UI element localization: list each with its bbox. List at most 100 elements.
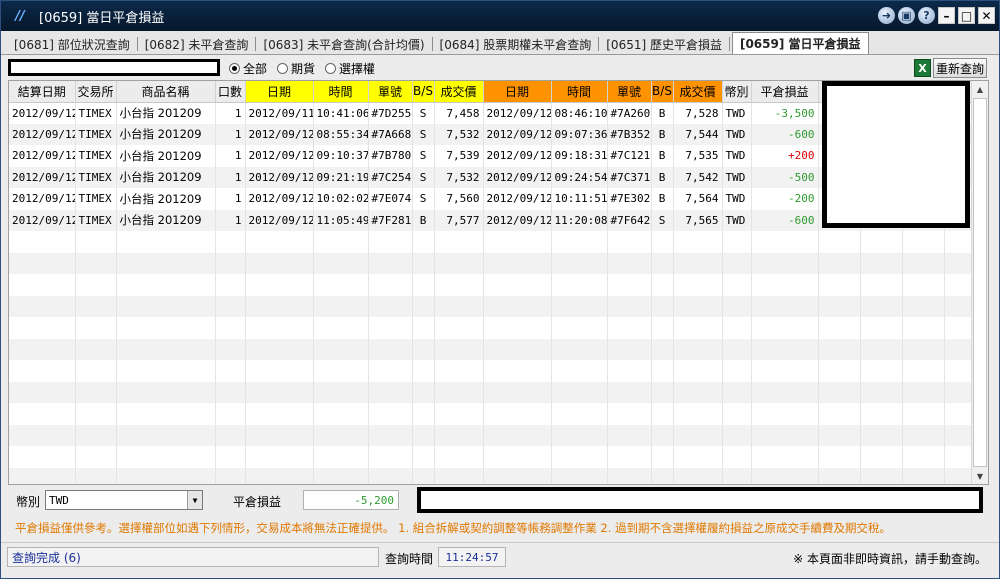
cell-open-bs: S	[412, 102, 435, 124]
cell-realized-pnl: -600	[751, 123, 819, 145]
detach-icon[interactable]: ➜	[878, 7, 895, 24]
cell-currency	[722, 231, 752, 253]
open-col-header[interactable]: 單號	[368, 81, 413, 103]
excel-export-icon[interactable]: X	[914, 59, 931, 77]
cell-close-time	[551, 295, 608, 317]
close-col-header[interactable]: B/S	[651, 81, 674, 103]
close-col-header[interactable]: 日期	[483, 81, 552, 103]
cell-realized-pnl: -500	[751, 166, 819, 188]
cell-close-time	[551, 467, 608, 484]
currency-select[interactable]: TWD ▼	[45, 490, 203, 510]
cell-open-date	[245, 360, 314, 382]
cell-realized-pnl	[751, 424, 819, 446]
cell-close-bs	[651, 467, 674, 484]
cell-currency	[722, 338, 752, 360]
tab-0651[interactable]: [0651] 歷史平倉損益	[599, 34, 729, 54]
cell-open-order-no	[368, 252, 413, 274]
close-col-header[interactable]: 時間	[551, 81, 608, 103]
cell-realized-pnl: -600	[751, 209, 819, 231]
tab-0684[interactable]: [0684] 股票期權未平倉查詢	[433, 34, 599, 54]
cell-realized-pnl: +200	[751, 145, 819, 167]
tab-0681[interactable]: [0681] 部位狀況查詢	[7, 34, 137, 54]
close-col-header[interactable]: 單號	[607, 81, 652, 103]
cell-close-price: 7,544	[673, 123, 723, 145]
cell-empty	[944, 467, 973, 484]
cell-open-bs	[412, 403, 435, 425]
cell-settle-date	[9, 360, 76, 382]
col-header[interactable]: 商品名稱	[116, 81, 216, 103]
cell-close-date: 2012/09/12	[483, 188, 552, 210]
cell-product-name	[116, 295, 216, 317]
close-col-header[interactable]: 成交價	[673, 81, 723, 103]
tab-bar: [0681] 部位狀況查詢 [0682] 未平倉查詢 [0683] 未平倉查詢(…	[1, 31, 999, 55]
cell-empty	[902, 252, 945, 274]
cell-close-bs	[651, 381, 674, 403]
help-icon[interactable]: ?	[918, 7, 935, 24]
close-button[interactable]: ✕	[978, 7, 995, 24]
cell-close-order-no: #7F642	[607, 209, 652, 231]
cell-empty	[818, 360, 861, 382]
filter-all-radio[interactable]: 全部	[229, 60, 267, 77]
cell-currency	[722, 446, 752, 468]
col-header[interactable]: 幣別	[722, 81, 752, 103]
open-col-header[interactable]: 時間	[313, 81, 369, 103]
cell-empty	[902, 381, 945, 403]
col-header[interactable]: 結算日期	[9, 81, 76, 103]
cell-settle-date	[9, 338, 76, 360]
chevron-down-icon[interactable]: ▼	[187, 491, 202, 509]
cell-empty	[860, 381, 903, 403]
open-col-header[interactable]: 日期	[245, 81, 314, 103]
filter-options-radio[interactable]: 選擇權	[325, 60, 375, 77]
cell-empty	[860, 338, 903, 360]
print-icon[interactable]: ▣	[898, 7, 915, 24]
cell-empty	[818, 381, 861, 403]
cell-empty	[944, 274, 973, 296]
cell-close-date	[483, 360, 552, 382]
col-header[interactable]: 交易所	[75, 81, 117, 103]
scroll-down-icon[interactable]: ▼	[972, 468, 988, 484]
cell-open-order-no	[368, 338, 413, 360]
scroll-thumb[interactable]	[973, 98, 987, 467]
cell-close-order-no	[607, 403, 652, 425]
cell-close-time: 10:11:51	[551, 188, 608, 210]
cell-open-order-no: #7E074	[368, 188, 413, 210]
title-bar: // [0659] 當日平倉損益 ➜ ▣ ? – □ ✕	[1, 1, 999, 31]
open-col-header[interactable]: 成交價	[434, 81, 484, 103]
cell-empty	[818, 446, 861, 468]
app-logo-icon: //	[15, 8, 25, 24]
cell-open-time	[313, 231, 369, 253]
col-header[interactable]: 口數	[215, 81, 246, 103]
cell-close-bs	[651, 446, 674, 468]
cell-close-date: 2012/09/12	[483, 102, 552, 124]
account-field-redacted[interactable]	[8, 59, 220, 76]
cell-realized-pnl	[751, 338, 819, 360]
window-controls: ➜ ▣ ? – □ ✕	[878, 7, 995, 24]
cell-close-time	[551, 317, 608, 339]
cell-close-date	[483, 317, 552, 339]
requery-button[interactable]: 重新查詢	[933, 58, 987, 78]
col-header[interactable]: 平倉損益	[751, 81, 819, 103]
cell-open-price: 7,458	[434, 102, 484, 124]
cell-open-order-no: #7D255	[368, 102, 413, 124]
cell-exchange	[75, 317, 117, 339]
tab-0659[interactable]: [0659] 當日平倉損益	[731, 32, 869, 54]
minimize-button[interactable]: –	[938, 7, 955, 24]
cell-open-time: 10:41:06	[313, 102, 369, 124]
cell-open-bs: S	[412, 166, 435, 188]
cell-open-time: 10:02:02	[313, 188, 369, 210]
maximize-button[interactable]: □	[958, 7, 975, 24]
cell-empty	[944, 317, 973, 339]
cell-exchange: TIMEX	[75, 102, 117, 124]
filter-futures-radio[interactable]: 期貨	[277, 60, 315, 77]
cell-close-order-no	[607, 317, 652, 339]
tab-0683[interactable]: [0683] 未平倉查詢(合計均價)	[256, 34, 431, 54]
tab-0682[interactable]: [0682] 未平倉查詢	[138, 34, 256, 54]
scroll-up-icon[interactable]: ▲	[972, 81, 988, 97]
cell-currency: TWD	[722, 123, 752, 145]
cell-open-order-no	[368, 424, 413, 446]
cell-open-price	[434, 446, 484, 468]
cell-realized-pnl	[751, 360, 819, 382]
vertical-scrollbar[interactable]: ▲ ▼	[971, 81, 988, 484]
open-col-header[interactable]: B/S	[412, 81, 435, 103]
cell-close-bs: B	[651, 166, 674, 188]
